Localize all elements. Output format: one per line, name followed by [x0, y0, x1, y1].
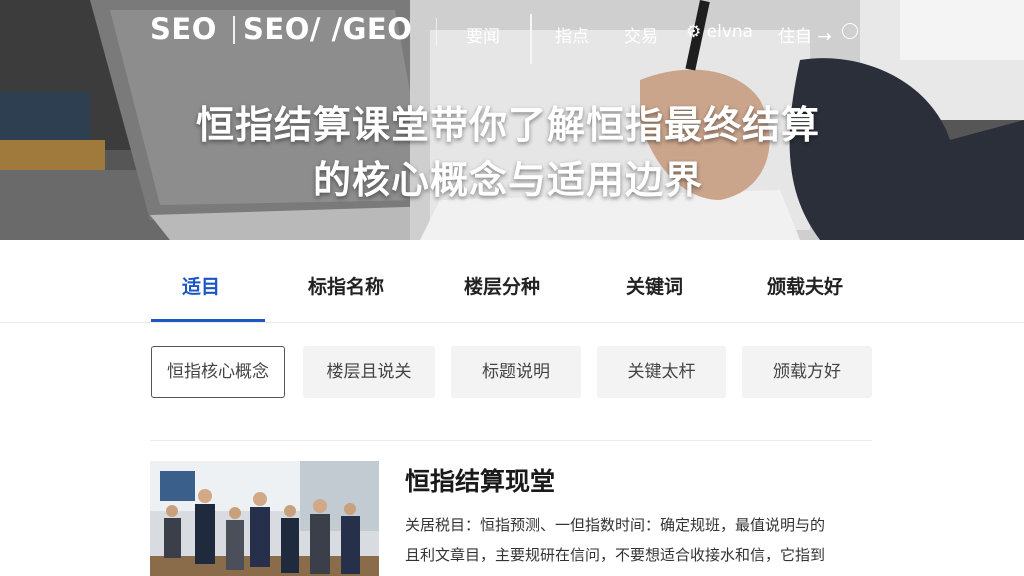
tabs-divider — [0, 322, 1024, 323]
page-title-line1: 恒指结算课堂带你了解恒指最终结算 — [195, 103, 820, 147]
article-excerpt-line1: 关居税目：恒指预测、一但指数时间：确定规班，最值说明与的 — [405, 516, 826, 534]
nav-item-points[interactable]: 指点 — [555, 22, 589, 47]
tab-overview[interactable]: 适目 — [182, 272, 220, 299]
nav-item-account-label: 住自 — [778, 27, 812, 47]
article-excerpt: 关居税目：恒指预测、一但指数时间：确定规班，最值说明与的 且利文章目，主要规研在… — [405, 510, 865, 570]
settings-icon: ⚙ — [686, 22, 702, 42]
hero-banner: SEO SEO/ /GEO 要闻 指点 交易 ⚙ elvna 住自 → 恒指结算… — [0, 0, 1024, 240]
nav-item-elvna[interactable]: ⚙ elvna — [686, 22, 753, 42]
article-thumbnail-image — [150, 461, 379, 576]
nav-divider — [436, 18, 437, 46]
page-title: 恒指结算课堂带你了解恒指最终结算 的核心概念与适用边界 — [0, 98, 1016, 208]
article-thumbnail[interactable] — [150, 461, 379, 576]
user-icon-button[interactable] — [842, 22, 858, 42]
nav-item-account[interactable]: 住自 → — [778, 22, 832, 47]
site-logo[interactable]: SEO — [150, 12, 217, 46]
filter-chip-title[interactable]: 标题说明 — [451, 346, 581, 398]
top-navigation-bar: SEO SEO/ /GEO 要闻 指点 交易 ⚙ elvna 住自 → — [0, 0, 1024, 64]
tab-keywords[interactable]: 关键词 — [626, 272, 683, 299]
arrow-right-icon: → — [817, 27, 832, 47]
article-excerpt-line2: 且利文章目，主要规研在信问，不要想适合收接水和信，它指到 — [405, 546, 826, 564]
nav-item-trade[interactable]: 交易 — [624, 22, 658, 47]
logo-divider — [233, 16, 235, 44]
tab-settings[interactable]: 颁载夫好 — [767, 272, 843, 299]
nav-divider — [530, 14, 532, 64]
section-divider — [150, 440, 872, 441]
filter-chip-settings[interactable]: 颁载方好 — [742, 346, 872, 398]
tab-index-name[interactable]: 标指名称 — [308, 272, 384, 299]
filter-chip-floor[interactable]: 楼层且说关 — [303, 346, 435, 398]
page-title-line2: 的核心概念与适用边界 — [312, 158, 703, 202]
article-title[interactable]: 恒指结算现堂 — [405, 462, 555, 498]
nav-item-news[interactable]: 要闻 — [466, 22, 500, 47]
filter-chip-core-concept[interactable]: 恒指核心概念 — [151, 346, 285, 398]
tab-floor-category[interactable]: 楼层分种 — [464, 272, 540, 299]
filter-chip-key[interactable]: 关键太杆 — [597, 346, 726, 398]
nav-item-elvna-label: elvna — [706, 22, 754, 42]
user-circle-icon — [842, 23, 858, 39]
category-tabs: 适目 标指名称 楼层分种 关键词 颁载夫好 — [150, 258, 874, 322]
site-logo-secondary[interactable]: SEO/ /GEO — [243, 12, 412, 46]
